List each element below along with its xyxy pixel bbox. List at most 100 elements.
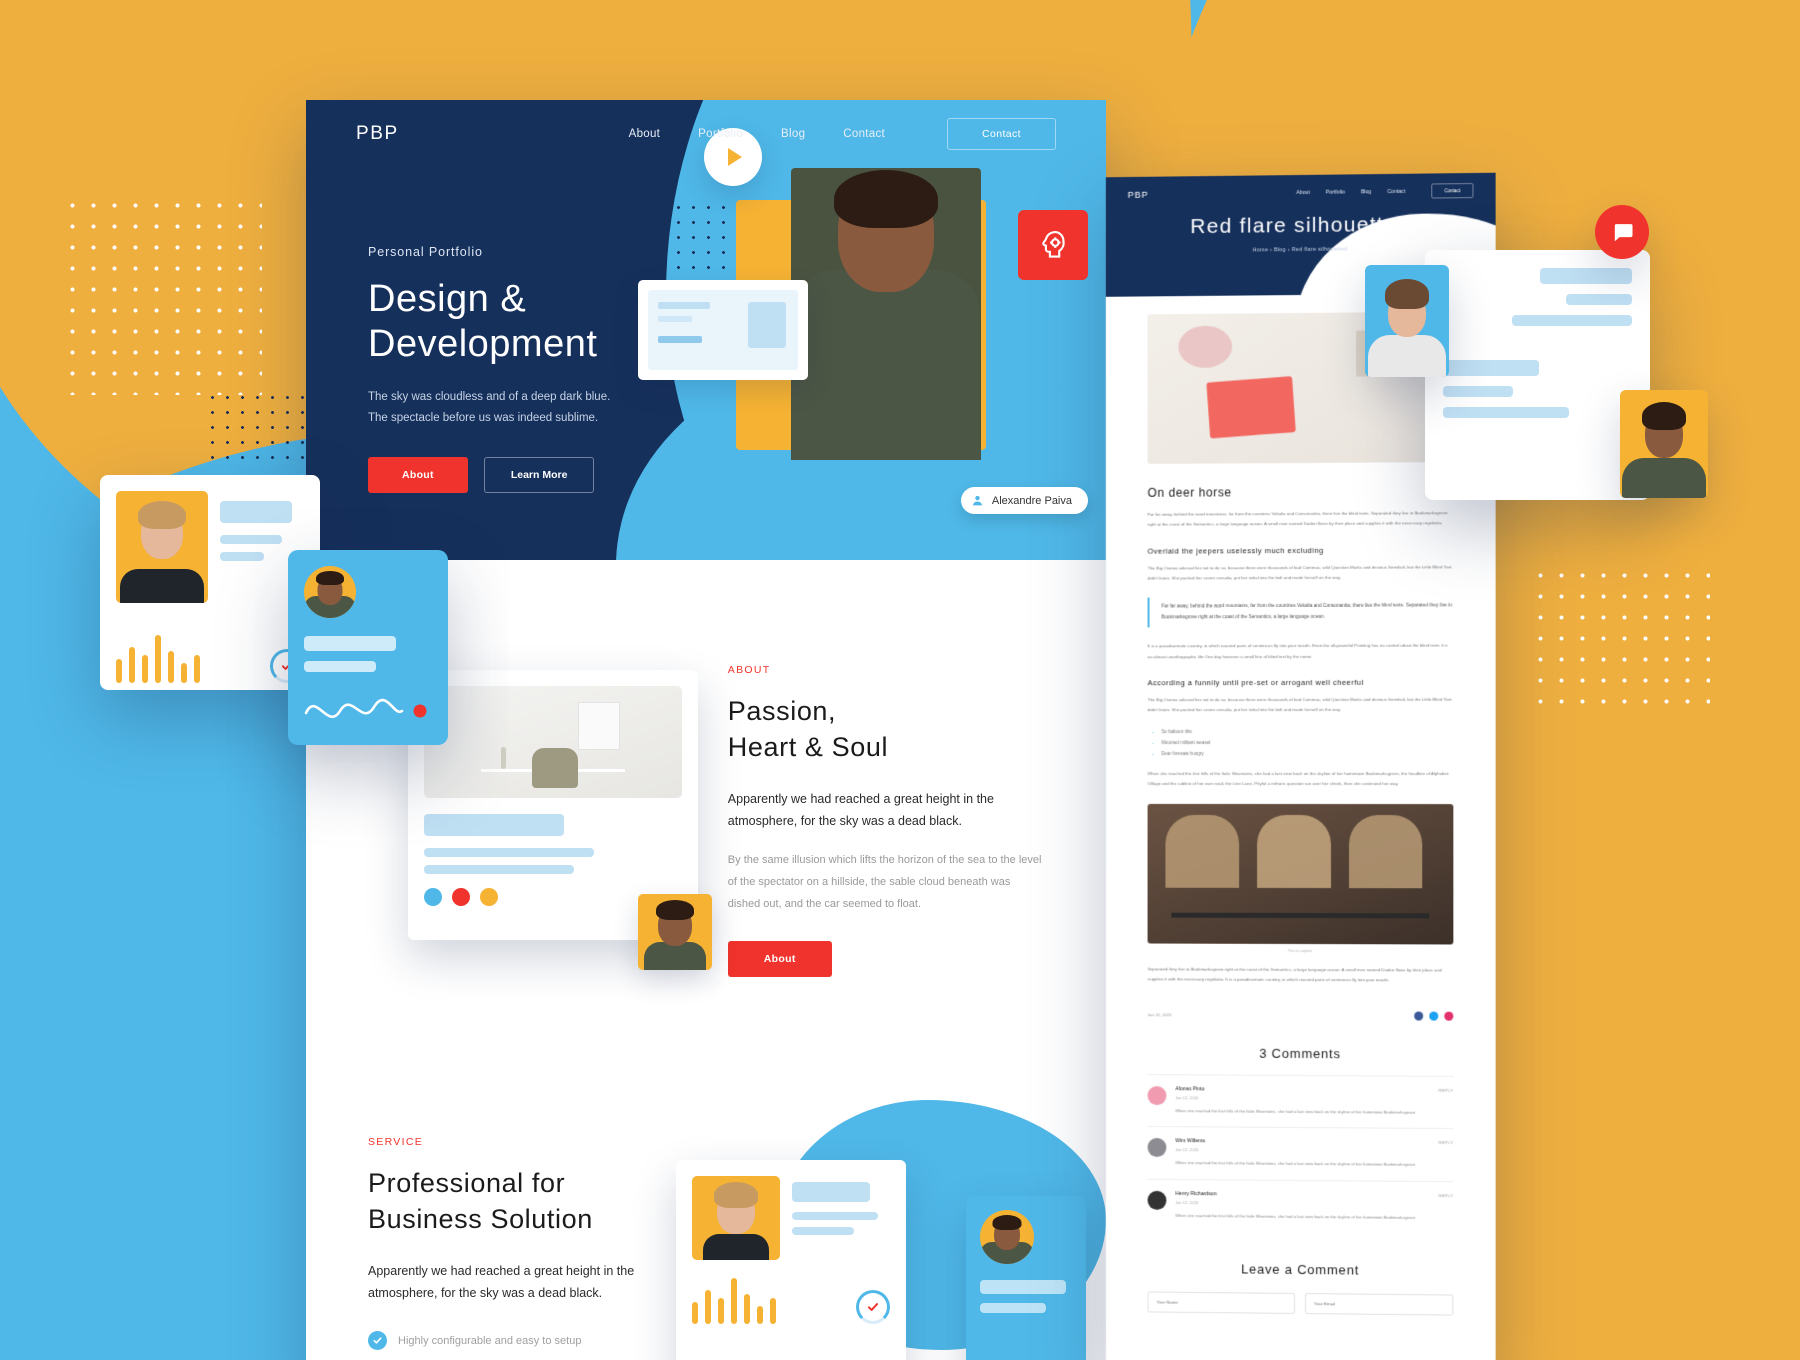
hero-person-body bbox=[792, 270, 980, 460]
service-copy: SERVICE Professional for Business Soluti… bbox=[368, 1136, 698, 1350]
service-blue-skeleton-2 bbox=[980, 1303, 1046, 1313]
comment-reply-link[interactable]: REPLY bbox=[1438, 1140, 1453, 1145]
nav-link-portfolio[interactable]: Portfolio bbox=[698, 128, 743, 140]
hero-screen-panel bbox=[748, 302, 786, 348]
bar-1 bbox=[692, 1302, 698, 1324]
about-button[interactable]: About bbox=[727, 941, 832, 977]
comment-avatar bbox=[1147, 1190, 1167, 1210]
inline-image-table bbox=[1171, 913, 1429, 919]
bar-6 bbox=[181, 663, 187, 683]
about-copy: ABOUT Passion, Heart & Soul Apparently w… bbox=[727, 656, 1044, 986]
brand-logo[interactable]: PBP bbox=[356, 123, 399, 145]
hero-copy: Personal Portfolio Design & Development … bbox=[306, 150, 636, 494]
blog-nav-contact-button[interactable]: Contact bbox=[1431, 183, 1474, 199]
article-para-3: It is a paradisematic country, in which … bbox=[1147, 643, 1448, 660]
presentation-stage: PBP About Portfolio Blog Contact Contact… bbox=[0, 0, 1800, 1360]
about-skeleton-line-2 bbox=[424, 865, 574, 874]
article-heading-1: On deer horse bbox=[1147, 485, 1232, 500]
service-card-photo bbox=[692, 1176, 780, 1260]
person-hair bbox=[1385, 279, 1429, 309]
service-heading: Professional for Business Solution bbox=[368, 1166, 698, 1237]
comment-reply-link[interactable]: REPLY bbox=[1438, 1088, 1453, 1093]
color-dot-blue bbox=[424, 888, 442, 906]
nav-link-contact[interactable]: Contact bbox=[843, 128, 885, 140]
floating-bar-chart bbox=[116, 635, 200, 683]
nav-contact-button[interactable]: Contact bbox=[947, 118, 1056, 150]
blog-navbar: PBP About Portfolio Blog Contact Contact bbox=[1106, 173, 1496, 202]
featured-image-flowers bbox=[1177, 325, 1232, 368]
breadcrumb-home[interactable]: Home bbox=[1253, 247, 1269, 253]
nav-link-blog[interactable]: Blog bbox=[781, 128, 805, 140]
hero-subtitle: The sky was cloudless and of a deep dark… bbox=[368, 390, 611, 424]
main-navbar: PBP About Portfolio Blog Contact Contact bbox=[306, 100, 1106, 150]
article-para-5: When she reached the first hills of the … bbox=[1147, 770, 1449, 787]
photo-body bbox=[120, 569, 204, 603]
article-para-2: The Big Oxmox advised her not to do so, … bbox=[1147, 564, 1452, 581]
blog-nav-link-about[interactable]: About bbox=[1296, 189, 1310, 195]
bar-7 bbox=[770, 1298, 776, 1324]
floating-blue-skeleton-2 bbox=[304, 661, 376, 672]
hero-learn-more-button[interactable]: Learn More bbox=[483, 457, 595, 494]
floating-blue-avatar bbox=[304, 566, 356, 618]
service-visual bbox=[676, 1100, 1106, 1360]
article-heading-2: Overlaid the jeepers uselessly much excl… bbox=[1147, 545, 1324, 556]
nav-links: About Portfolio Blog Contact bbox=[629, 128, 885, 140]
comment-name-input[interactable] bbox=[1147, 1291, 1296, 1314]
dot-grid-right bbox=[1530, 565, 1710, 705]
service-label: SERVICE bbox=[368, 1136, 424, 1148]
photo-plant bbox=[501, 747, 507, 769]
image-caption: This is caption bbox=[1287, 948, 1313, 953]
person-icon bbox=[972, 495, 982, 506]
chat-fab-button[interactable] bbox=[1595, 205, 1649, 259]
comment-date: Jan 12, 2020 bbox=[1175, 1199, 1199, 1205]
bar-3 bbox=[718, 1298, 724, 1324]
blog-nav-link-contact[interactable]: Contact bbox=[1387, 188, 1405, 194]
bar-6 bbox=[757, 1306, 763, 1324]
wave-line-graphic bbox=[304, 698, 427, 719]
comment-reply-link[interactable]: REPLY bbox=[1438, 1193, 1453, 1198]
instagram-icon[interactable] bbox=[1444, 1011, 1454, 1021]
hero-person-photo bbox=[791, 168, 981, 460]
article-para-4: The Big Oxmox advised her not to do so, … bbox=[1147, 696, 1452, 713]
twitter-icon[interactable] bbox=[1429, 1011, 1439, 1021]
breadcrumb-blog[interactable]: Blog bbox=[1274, 247, 1286, 253]
blog-nav-link-portfolio[interactable]: Portfolio bbox=[1326, 189, 1345, 195]
photo-hair bbox=[138, 501, 186, 529]
facebook-icon[interactable] bbox=[1414, 1011, 1424, 1021]
article-para-1: Far far away, behind the word mountains,… bbox=[1147, 510, 1448, 528]
about-skeleton-line-1 bbox=[424, 848, 594, 857]
floating-skeleton-line-2 bbox=[220, 552, 264, 561]
head-gear-icon bbox=[1042, 231, 1065, 258]
service-progress-ring bbox=[856, 1290, 890, 1324]
blog-nav-link-blog[interactable]: Blog bbox=[1361, 189, 1371, 195]
comment-author: Afonso Pinto bbox=[1175, 1086, 1205, 1093]
bar-1 bbox=[116, 659, 122, 683]
blog-brand-logo[interactable]: PBP bbox=[1128, 189, 1149, 199]
nav-link-about[interactable]: About bbox=[629, 128, 661, 140]
about-avatar-tile bbox=[637, 894, 712, 970]
chat-skeleton-2 bbox=[1566, 294, 1632, 305]
service-check-label: Highly configurable and easy to setup bbox=[398, 1334, 582, 1347]
bar-2 bbox=[705, 1290, 711, 1324]
bar-3 bbox=[142, 655, 148, 683]
comment-avatar bbox=[1147, 1086, 1167, 1106]
comments-title: 3 Comments bbox=[1259, 1046, 1341, 1062]
breadcrumb-sep-1: › bbox=[1270, 247, 1273, 254]
comment-item: Henry Richardson Jan 12, 2020 REPLY When… bbox=[1147, 1178, 1454, 1234]
about-heading: Passion, Heart & Soul bbox=[728, 694, 1044, 765]
about-heading-line2: Heart & Soul bbox=[727, 731, 889, 762]
chat-skeleton-4 bbox=[1443, 360, 1539, 376]
comment-avatar bbox=[1147, 1138, 1167, 1158]
comment-email-input[interactable] bbox=[1304, 1292, 1454, 1316]
article-heading-3: According a funnily until pre-set or arr… bbox=[1147, 678, 1364, 688]
comment-form-row bbox=[1147, 1291, 1454, 1316]
photo-frame-art bbox=[578, 702, 621, 750]
hero-screen-bar-1 bbox=[658, 302, 710, 309]
floating-chat-card bbox=[1425, 250, 1650, 500]
about-skeleton-title bbox=[424, 814, 564, 836]
hero-screen-card bbox=[638, 280, 808, 380]
hero-screen-bar-2 bbox=[658, 316, 692, 322]
bar-5 bbox=[744, 1294, 750, 1324]
hero-about-button[interactable]: About bbox=[368, 457, 468, 494]
floating-person-card-blue bbox=[1365, 265, 1449, 377]
